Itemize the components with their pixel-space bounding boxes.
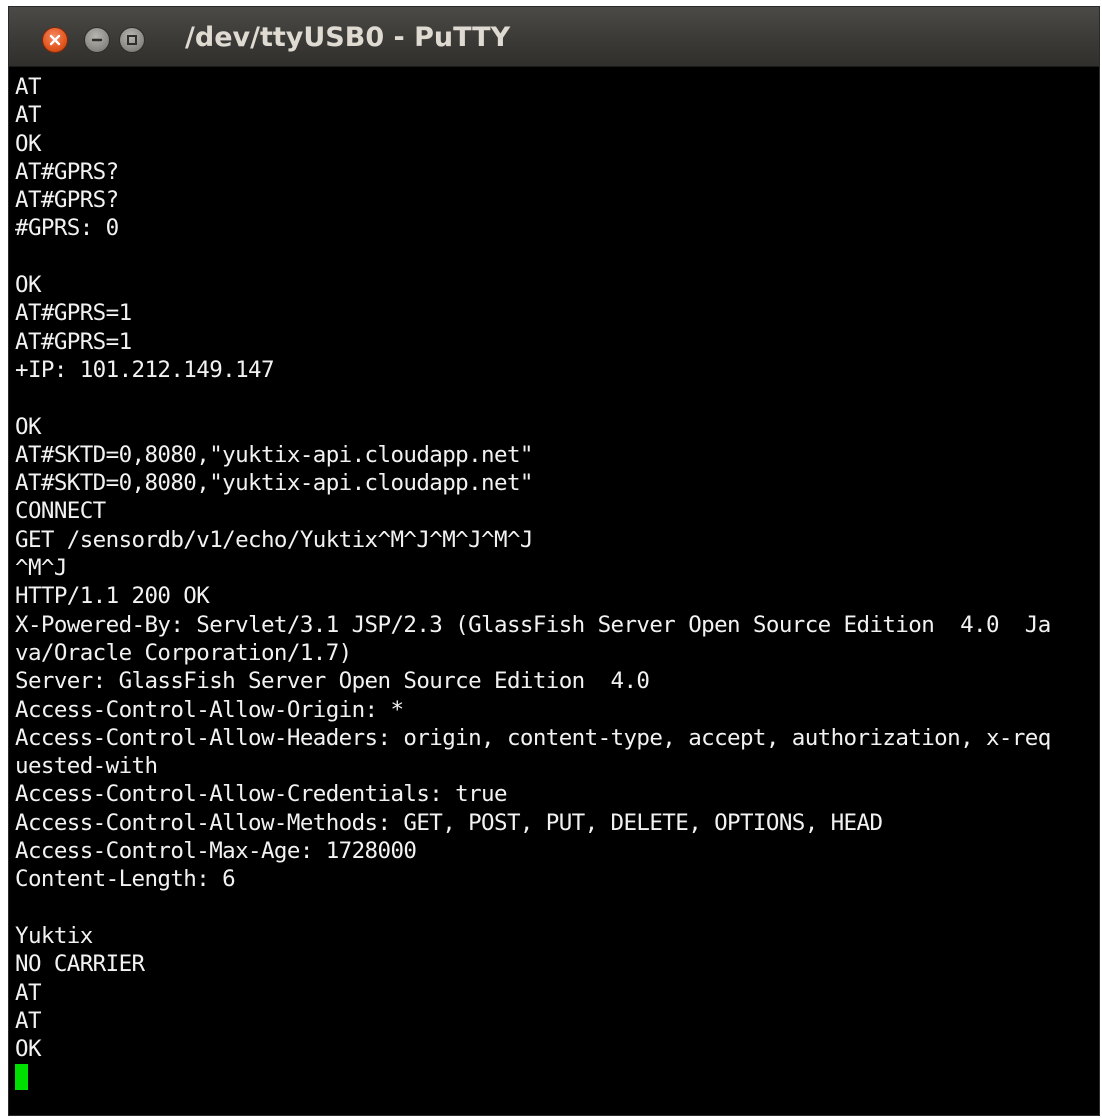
- terminal-line: AT: [15, 102, 42, 129]
- terminal-line: Access-Control-Allow-Credentials: true: [15, 781, 508, 808]
- terminal-line: HTTP/1.1 200 OK: [15, 583, 210, 610]
- terminal-line: OK: [15, 1036, 42, 1063]
- terminal-line: Server: GlassFish Server Open Source Edi…: [15, 668, 650, 695]
- terminal-cursor: [15, 1064, 28, 1091]
- terminal-line: Content-Length: 6: [15, 866, 236, 893]
- terminal-line: AT: [15, 74, 42, 100]
- terminal-line: CONNECT: [15, 498, 106, 525]
- terminal-line: OK: [15, 272, 42, 299]
- terminal-line: AT#SKTD=0,8080,"yuktix-api.cloudapp.net": [15, 441, 533, 468]
- terminal-line: AT: [15, 979, 42, 1006]
- putty-window: /dev/ttyUSB0 - PuTTY AT AT OK AT#GPRS? AT#GP…: [8, 6, 1100, 1116]
- terminal-line: va/Oracle Corporation/1.7): [15, 639, 352, 666]
- terminal-line: Access-Control-Max-Age: 1728000: [15, 838, 417, 865]
- terminal-line: AT#SKTD=0,8080,"yuktix-api.cloudapp.net": [15, 470, 533, 497]
- terminal-line: X-Powered-By: Servlet/3.1 JSP/2.3 (Glass…: [15, 611, 1051, 638]
- terminal-line: AT#GPRS?: [15, 187, 119, 214]
- terminal-line: AT#GPRS=1: [15, 328, 132, 355]
- terminal-line: ^M^J: [15, 555, 67, 582]
- terminal-line: +IP: 101.212.149.147: [15, 356, 275, 383]
- title-bar[interactable]: /dev/ttyUSB0 - PuTTY: [9, 7, 1099, 67]
- terminal-line: Access-Control-Allow-Origin: *: [15, 696, 404, 723]
- terminal-line: uested-with: [15, 753, 158, 780]
- terminal-line: OK: [15, 413, 42, 440]
- terminal-line: OK: [15, 130, 42, 157]
- terminal-line: AT#GPRS=1: [15, 300, 132, 327]
- terminal-line: Access-Control-Allow-Headers: origin, co…: [15, 724, 1051, 751]
- close-icon: [49, 34, 61, 46]
- terminal-line: AT#GPRS?: [15, 158, 119, 185]
- minimize-icon: [91, 38, 103, 42]
- terminal-line: Yuktix: [15, 922, 93, 949]
- cursor-line: [15, 1063, 1099, 1091]
- terminal-output[interactable]: AT AT OK AT#GPRS? AT#GPRS? #GPRS: 0 OK AT#GPRS=…: [15, 73, 1099, 1115]
- terminal-line: Access-Control-Allow-Methods: GET, POST,…: [15, 809, 883, 836]
- close-button[interactable]: [42, 27, 68, 53]
- terminal-line: AT: [15, 1007, 42, 1034]
- window-title: /dev/ttyUSB0 - PuTTY: [185, 22, 511, 53]
- terminal-line: GET /sensordb/v1/echo/Yuktix^M^J^M^J^M^J: [15, 526, 533, 553]
- terminal-line: NO CARRIER: [15, 951, 145, 978]
- terminal-line: #GPRS: 0: [15, 215, 119, 242]
- maximize-button[interactable]: [119, 27, 145, 53]
- maximize-icon: [127, 35, 137, 45]
- minimize-button[interactable]: [84, 27, 110, 53]
